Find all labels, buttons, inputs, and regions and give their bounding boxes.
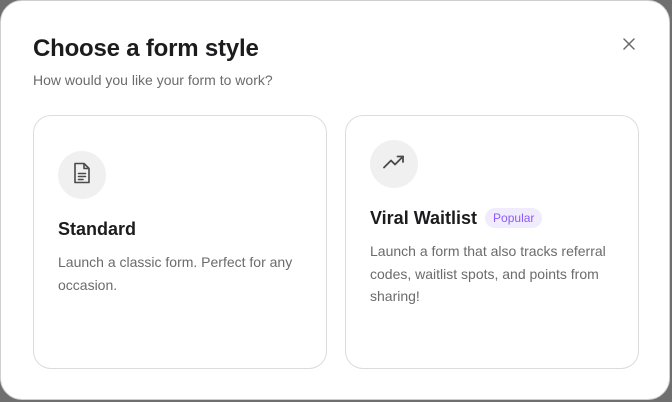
viral-waitlist-title-row: Viral Waitlist Popular xyxy=(370,206,543,230)
viral-waitlist-title: Viral Waitlist xyxy=(370,208,478,228)
viral-waitlist-icon-circle xyxy=(370,140,418,188)
close-button[interactable] xyxy=(618,35,640,57)
dialog-title: Choose a form style xyxy=(33,35,259,62)
standard-title-row: Standard xyxy=(58,217,136,241)
standard-title: Standard xyxy=(58,219,137,239)
popular-badge: Popular xyxy=(485,208,543,228)
viral-waitlist-option-card[interactable]: Viral Waitlist Popular Launch a form tha… xyxy=(345,115,639,369)
standard-icon-circle xyxy=(58,151,106,199)
form-style-dialog: Choose a form style How would you like y… xyxy=(0,0,670,400)
standard-option-card[interactable]: Standard Launch a classic form. Perfect … xyxy=(33,115,327,369)
dialog-subtitle: How would you like your form to work? xyxy=(33,72,273,88)
viral-waitlist-description: Launch a form that also tracks referral … xyxy=(370,243,606,304)
document-icon xyxy=(72,162,92,189)
trending-up-icon xyxy=(383,155,405,174)
close-icon xyxy=(623,37,635,55)
standard-description: Launch a classic form. Perfect for any o… xyxy=(58,254,293,293)
